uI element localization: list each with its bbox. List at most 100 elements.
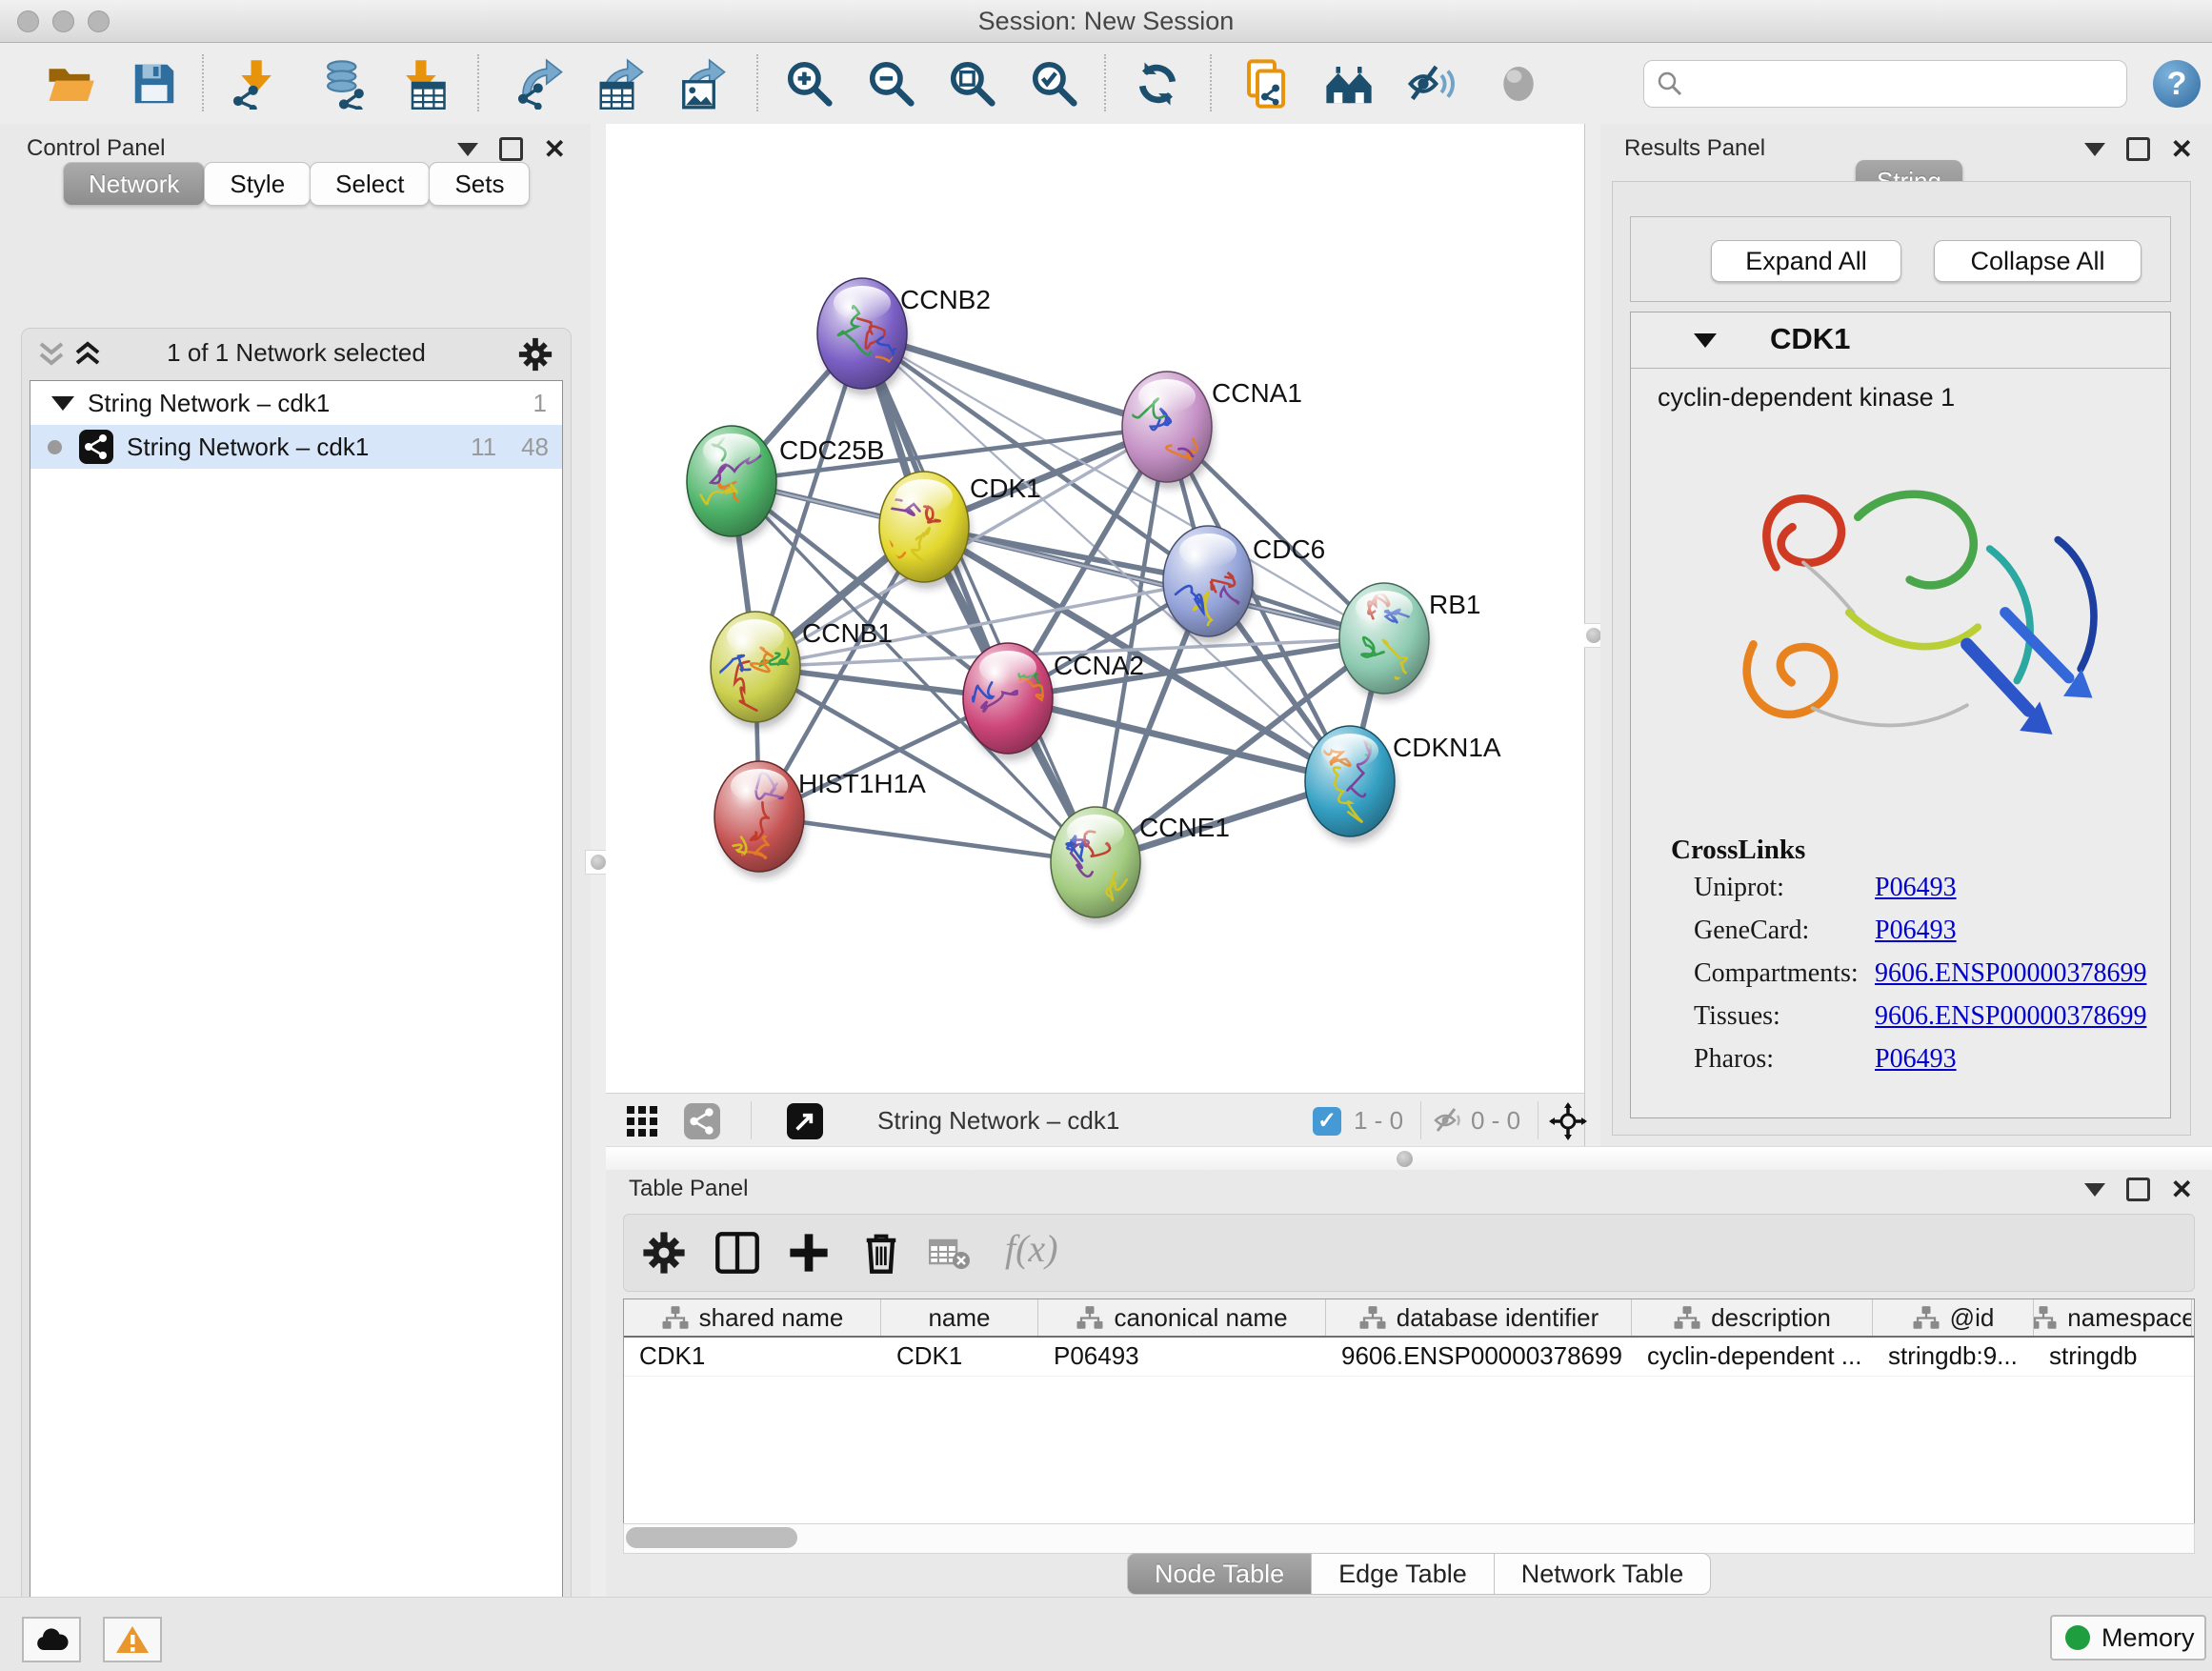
refresh-icon[interactable] xyxy=(1132,58,1183,110)
panel-close-icon[interactable]: ✕ xyxy=(2171,140,2193,159)
network-graph[interactable]: CCNB2CCNA1CDC25BCDK1CDC6RB1CCNB1CCNA2CDK… xyxy=(606,124,1584,1093)
node-CDKN1A[interactable] xyxy=(1305,726,1406,843)
node-HIST1H1A[interactable] xyxy=(714,761,806,878)
crosslink-link[interactable]: P06493 xyxy=(1875,873,1957,903)
panel-menu-icon[interactable] xyxy=(2084,143,2105,156)
table-options-gear-icon[interactable] xyxy=(641,1230,687,1276)
search-box[interactable] xyxy=(1643,60,2127,108)
node-detail-header[interactable]: CDK1 xyxy=(1631,312,2170,369)
node-RB1[interactable] xyxy=(1339,583,1431,700)
network-row[interactable]: String Network – cdk1 11 48 xyxy=(30,425,562,469)
table-row[interactable]: CDK1CDK1P064939606.ENSP00000378699cyclin… xyxy=(624,1338,2194,1377)
zoom-window-icon[interactable] xyxy=(88,10,110,32)
save-session-icon[interactable] xyxy=(129,58,180,110)
crosslink-link[interactable]: P06493 xyxy=(1875,1044,1957,1075)
zoom-fit-icon[interactable] xyxy=(947,58,998,110)
delete-column-icon[interactable] xyxy=(858,1230,904,1276)
table-cell[interactable]: CDK1 xyxy=(881,1338,1038,1376)
first-neighbors-icon[interactable] xyxy=(1323,58,1375,110)
node-CDK1[interactable] xyxy=(870,472,971,589)
export-network-icon[interactable] xyxy=(514,58,566,110)
node-CDC6[interactable] xyxy=(1163,526,1255,643)
collection-expand-icon[interactable] xyxy=(51,396,74,411)
edge-HIST1H1A-CCNE1[interactable] xyxy=(759,816,1096,862)
crosslink-link[interactable]: 9606.ENSP00000378699 xyxy=(1875,958,2146,989)
panel-menu-icon[interactable] xyxy=(457,143,478,156)
column-header-database-identifier[interactable]: database identifier xyxy=(1326,1299,1632,1336)
hide-selected-icon[interactable] xyxy=(1406,58,1458,110)
node-CCNB1[interactable] xyxy=(711,612,802,729)
zoom-out-icon[interactable] xyxy=(866,58,917,110)
table-cell[interactable]: stringdb xyxy=(2034,1338,2192,1376)
memory-button[interactable]: Memory xyxy=(2050,1615,2206,1661)
minimize-window-icon[interactable] xyxy=(52,10,74,32)
panel-menu-icon[interactable] xyxy=(2084,1183,2105,1197)
import-database-icon[interactable] xyxy=(318,58,370,110)
open-in-window-icon[interactable] xyxy=(787,1103,823,1139)
panel-float-icon[interactable] xyxy=(2126,1178,2150,1201)
copy-network-icon[interactable] xyxy=(1240,58,1292,110)
table-header-row[interactable]: shared namenamecanonical namedatabase id… xyxy=(624,1299,2194,1338)
fit-content-crosshair-icon[interactable] xyxy=(1549,1102,1587,1140)
panel-float-icon[interactable] xyxy=(499,137,523,161)
crosslink-link[interactable]: P06493 xyxy=(1875,916,1957,946)
window-controls[interactable] xyxy=(17,10,110,32)
panel-close-icon[interactable]: ✕ xyxy=(544,140,566,159)
table-cell[interactable]: 9606.ENSP00000378699 xyxy=(1326,1338,1632,1376)
cloud-button[interactable] xyxy=(22,1617,81,1662)
node-table[interactable]: shared namenamecanonical namedatabase id… xyxy=(623,1299,2195,1525)
crosslink-link[interactable]: 9606.ENSP00000378699 xyxy=(1875,1001,2146,1032)
horizontal-splitter-handle[interactable] xyxy=(1397,1151,1413,1167)
tab-select[interactable]: Select xyxy=(310,162,430,206)
horizontal-splitter[interactable] xyxy=(606,1146,2212,1172)
column-header-name[interactable]: name xyxy=(881,1299,1038,1336)
column-header-canonical-name[interactable]: canonical name xyxy=(1038,1299,1326,1336)
tab-style[interactable]: Style xyxy=(204,162,311,206)
node-CDC25B[interactable] xyxy=(687,413,778,543)
panel-float-icon[interactable] xyxy=(2126,137,2150,161)
table-cell[interactable]: CDK1 xyxy=(624,1338,881,1376)
table-horizontal-scrollbar[interactable] xyxy=(623,1523,2195,1554)
add-column-icon[interactable] xyxy=(786,1230,832,1276)
column-header--id[interactable]: @id xyxy=(1873,1299,2034,1336)
export-table-icon[interactable] xyxy=(595,58,647,110)
search-input[interactable] xyxy=(1694,65,2117,103)
node-CCNB2[interactable] xyxy=(817,278,911,395)
network-collection-row[interactable]: String Network – cdk1 1 xyxy=(30,381,562,425)
column-header-description[interactable]: description xyxy=(1632,1299,1873,1336)
open-session-icon[interactable] xyxy=(45,58,96,110)
show-columns-icon[interactable] xyxy=(714,1230,760,1276)
tab-node-table[interactable]: Node Table xyxy=(1127,1553,1312,1595)
collapse-entry-icon[interactable] xyxy=(1694,333,1717,348)
import-network-icon[interactable] xyxy=(230,58,281,110)
show-all-icon[interactable] xyxy=(1493,58,1544,110)
zoom-selected-icon[interactable] xyxy=(1029,58,1080,110)
panel-close-icon[interactable]: ✕ xyxy=(2171,1180,2193,1199)
scrollbar-thumb[interactable] xyxy=(626,1527,797,1548)
tab-sets[interactable]: Sets xyxy=(429,162,530,206)
left-splitter[interactable] xyxy=(591,124,607,1597)
close-window-icon[interactable] xyxy=(17,10,39,32)
tab-network-table[interactable]: Network Table xyxy=(1494,1553,1712,1595)
node-CCNA1[interactable] xyxy=(1112,372,1214,489)
network-canvas[interactable]: CCNB2CCNA1CDC25BCDK1CDC6RB1CCNB1CCNA2CDK… xyxy=(606,124,1584,1093)
table-cell[interactable]: stringdb:9... xyxy=(1873,1338,2034,1376)
table-cell[interactable]: P06493 xyxy=(1038,1338,1326,1376)
export-image-icon[interactable] xyxy=(677,58,729,110)
tab-network[interactable]: Network xyxy=(63,162,205,206)
birdseye-grid-icon[interactable] xyxy=(626,1105,658,1137)
network-options-gear-icon[interactable] xyxy=(517,336,553,372)
selected-nodes-checkbox[interactable]: ✓ xyxy=(1313,1107,1341,1136)
tab-edge-table[interactable]: Edge Table xyxy=(1311,1553,1495,1595)
help-icon[interactable]: ? xyxy=(2153,60,2201,108)
zoom-in-icon[interactable] xyxy=(784,58,835,110)
node-CCNA2[interactable] xyxy=(959,643,1055,760)
network-share-icon[interactable] xyxy=(684,1103,720,1139)
table-cell[interactable]: cyclin-dependent ... xyxy=(1632,1338,1873,1376)
collapse-all-button[interactable]: Collapse All xyxy=(1934,240,2142,282)
column-header-shared-name[interactable]: shared name xyxy=(624,1299,881,1336)
import-table-icon[interactable] xyxy=(396,58,448,110)
expand-all-button[interactable]: Expand All xyxy=(1711,240,1901,282)
warning-button[interactable] xyxy=(103,1617,162,1662)
column-header-namespace[interactable]: namespace xyxy=(2034,1299,2192,1336)
